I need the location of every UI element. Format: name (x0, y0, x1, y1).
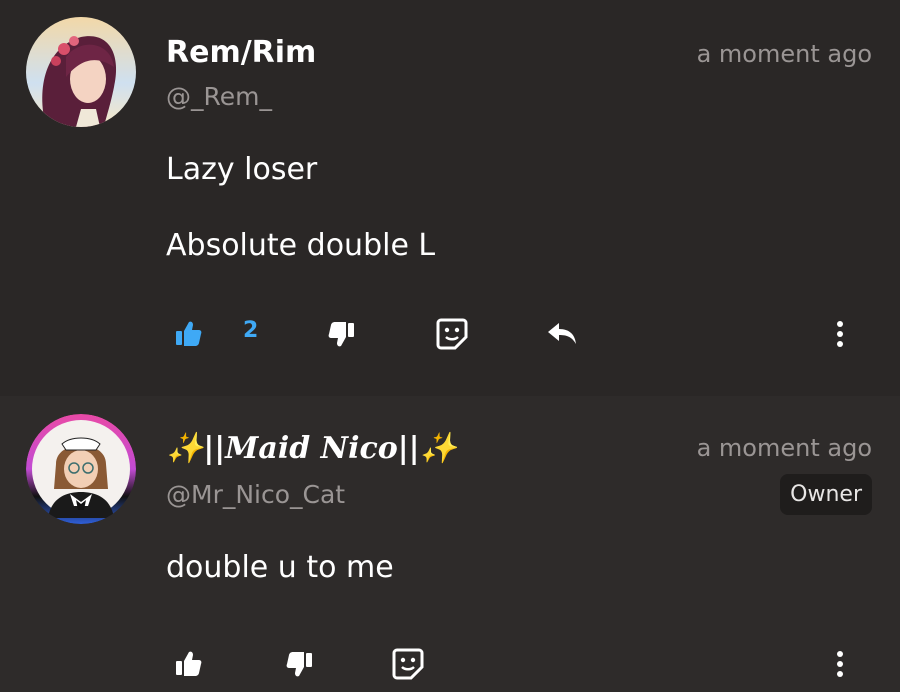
sticker-button[interactable] (432, 314, 472, 354)
more-options-button[interactable] (830, 314, 850, 354)
comment-text-line: Lazy loser (166, 152, 318, 187)
comment-text-line: double u to me (166, 550, 394, 585)
sticker-button[interactable] (388, 644, 428, 684)
like-count: 2 (243, 318, 259, 343)
reply-icon (548, 323, 576, 344)
thumbs-up-icon (176, 651, 202, 676)
like-button[interactable] (168, 644, 208, 684)
comment-actions (0, 644, 900, 684)
dislike-button[interactable] (280, 644, 320, 684)
user-handle[interactable]: @_Rem_ (166, 82, 272, 111)
dislike-button[interactable] (322, 314, 362, 354)
avatar[interactable] (26, 17, 136, 127)
comment-card: ✨||Maid Nico||✨ @Mr_Nico_Cat a moment ag… (0, 396, 900, 692)
thumbs-down-icon (328, 322, 354, 347)
more-icon (837, 651, 843, 677)
comment-text-line: Absolute double L (166, 228, 436, 263)
owner-badge: Owner (780, 474, 872, 515)
more-icon (837, 321, 843, 347)
reply-button[interactable] (542, 314, 582, 354)
like-button[interactable] (168, 314, 208, 354)
username[interactable]: ✨||Maid Nico||✨ (166, 431, 457, 466)
thumbs-up-icon (176, 321, 202, 346)
more-options-button[interactable] (830, 644, 850, 684)
thumbs-down-icon (286, 652, 312, 677)
comment-actions: 2 (0, 314, 900, 354)
username[interactable]: Rem/Rim (166, 35, 316, 70)
sticker-icon (392, 648, 424, 680)
user-handle[interactable]: @Mr_Nico_Cat (166, 480, 345, 509)
timestamp: a moment ago (696, 434, 872, 462)
comment-card: Rem/Rim @_Rem_ a moment ago Lazy loser A… (0, 0, 900, 396)
sticker-icon (436, 318, 468, 350)
timestamp: a moment ago (696, 40, 872, 68)
avatar[interactable] (26, 414, 136, 524)
